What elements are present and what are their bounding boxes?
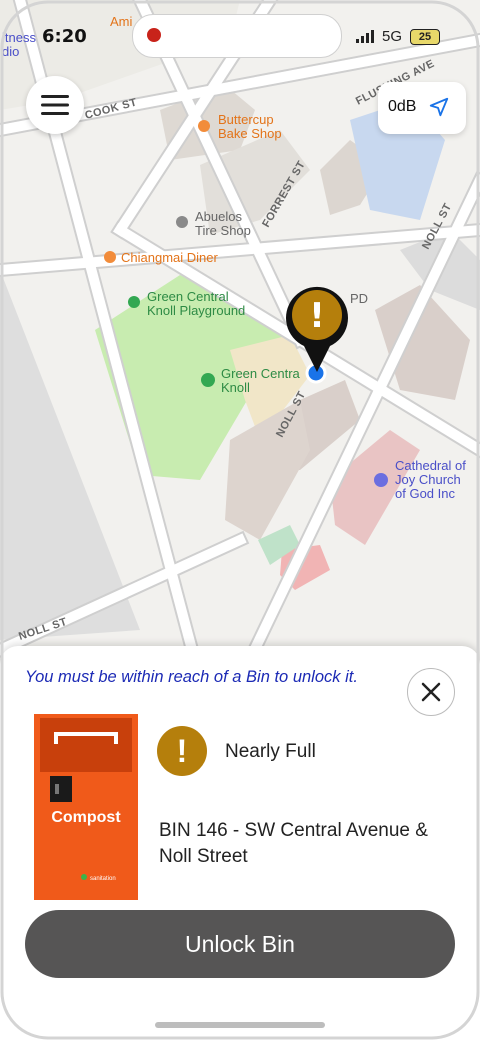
poi-label: Green Central xyxy=(147,289,229,304)
recenter-button[interactable]: 0dB xyxy=(378,82,466,134)
poi-label: Knoll xyxy=(221,380,250,395)
bin-detail-sheet: You must be within reach of a Bin to unl… xyxy=(0,646,480,1040)
poi-label: Tire Shop xyxy=(195,223,251,238)
poi-label: Cathedral of xyxy=(395,458,466,473)
reach-warning-message: You must be within reach of a Bin to unl… xyxy=(25,668,358,686)
hamburger-icon xyxy=(41,95,69,115)
menu-button[interactable] xyxy=(26,76,84,134)
bin-brand: sanitation xyxy=(90,876,116,882)
close-icon xyxy=(421,682,441,702)
poi-label: PD xyxy=(350,291,368,306)
unlock-bin-button[interactable]: Unlock Bin xyxy=(25,910,455,978)
poi-label: Chiangmai Diner xyxy=(121,250,218,265)
bin-map-pin[interactable]: ! xyxy=(284,284,350,374)
poi-label: Buttercup xyxy=(218,112,274,127)
poi-label: Bake Shop xyxy=(218,126,282,141)
sound-level: 0dB xyxy=(388,98,417,115)
poi-label: Abuelos xyxy=(195,209,242,224)
navigation-arrow-icon xyxy=(429,97,449,117)
pin-warning-icon: ! xyxy=(309,296,325,336)
compost-bin-image: Compost sanitation xyxy=(34,714,138,900)
bin-label: Compost xyxy=(51,809,121,826)
bin-name: BIN 146 - SW Central Avenue & Noll Stree… xyxy=(159,820,428,867)
fill-status: Nearly Full xyxy=(225,741,316,762)
poi-label: Joy Church xyxy=(395,472,461,487)
home-indicator[interactable] xyxy=(155,1022,325,1028)
phone-screen: COOK ST FLUSHING AVE FORREST ST NOLL ST … xyxy=(0,0,480,1040)
poi-label: dio xyxy=(2,44,19,59)
poi-label: Knoll Playground xyxy=(147,303,245,318)
close-button[interactable] xyxy=(407,668,455,716)
poi-label: of God Inc xyxy=(395,486,455,501)
poi-label: Ami xyxy=(110,14,133,29)
warning-icon: ! xyxy=(157,726,207,776)
poi-label: itness xyxy=(2,30,36,45)
